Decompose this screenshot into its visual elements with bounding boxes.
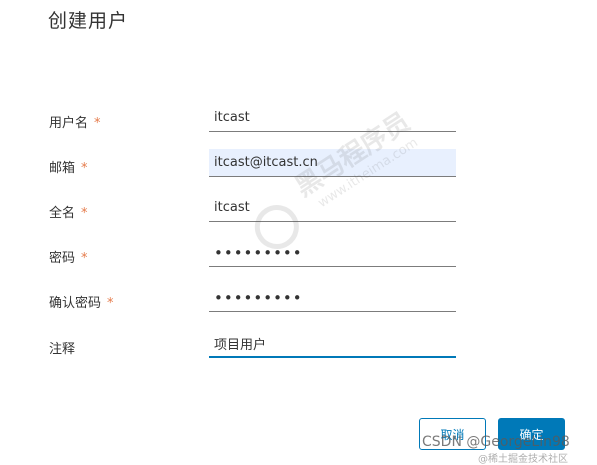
form-row-username: 用户名 * [0,104,597,136]
note-input[interactable] [209,330,456,358]
email-label-text: 邮箱 [49,161,76,176]
fullname-input[interactable] [209,194,456,222]
form-row-confirm-password: 确认密码 * [0,284,597,316]
fullname-label: 全名 * [49,202,88,221]
community-watermark: @稀土掘金技术社区 [478,454,568,465]
email-label: 邮箱 * [49,157,88,176]
username-input[interactable] [209,104,456,132]
note-label: 注释 [49,342,76,357]
form-row-password: 密码 * [0,239,597,271]
password-label: 密码 * [49,247,88,266]
required-asterisk: * [81,161,88,176]
required-asterisk: * [107,296,114,311]
confirm-password-input[interactable] [209,284,456,312]
email-input[interactable] [209,149,456,177]
form-row-email: 邮箱 * [0,149,597,181]
required-asterisk: * [81,251,88,266]
password-input[interactable] [209,239,456,267]
username-label: 用户名 * [49,112,101,131]
csdn-watermark: CSDN @GeorgeLin98 [422,434,570,450]
password-label-text: 密码 [49,251,76,266]
fullname-label-text: 全名 [49,206,76,221]
dialog-title: 创建用户 [48,10,129,32]
username-label-text: 用户名 [49,116,89,131]
form-row-note: 注释 [0,330,597,362]
required-asterisk: * [94,116,101,131]
required-asterisk: * [81,206,88,221]
form-row-fullname: 全名 * [0,194,597,226]
confirm-password-label: 确认密码 * [49,292,114,311]
create-user-dialog: { "dialog": { "title": "创建用户" }, "form":… [0,0,597,465]
confirm-password-label-text: 确认密码 [49,296,102,311]
